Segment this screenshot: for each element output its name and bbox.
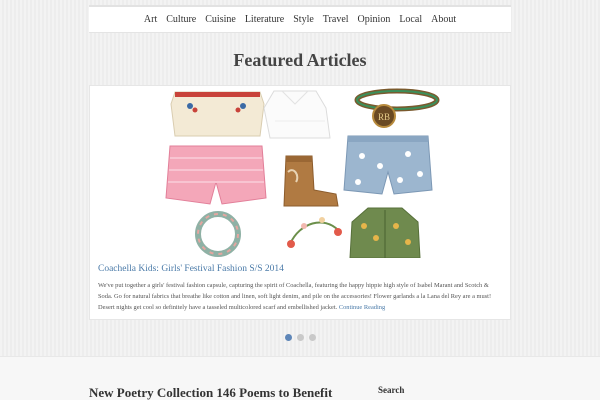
featured-excerpt: We've put together a girls' festival fas…: [98, 280, 502, 313]
content-area: New Poetry Collection 146 Poems to Benef…: [0, 356, 600, 400]
post-title-link[interactable]: New Poetry Collection 146 Poems to Benef…: [89, 385, 332, 400]
excerpt-text: We've put together a girls' festival fas…: [98, 282, 492, 311]
belt-item: RB: [354, 88, 440, 128]
nav-item-opinion[interactable]: Opinion: [358, 14, 391, 25]
slider-dot-2[interactable]: [296, 334, 304, 341]
scarf-item: [195, 211, 241, 257]
sidebar-search-heading: Search: [378, 385, 405, 395]
pink-shorts-item: [165, 145, 267, 205]
slider-pagination: [0, 334, 600, 341]
belt-buckle-label: RB: [378, 112, 390, 122]
main-nav: Art Culture Cuisine Literature Style Tra…: [89, 5, 511, 33]
white-blouse-item: [263, 90, 331, 139]
continue-reading-link[interactable]: Continue Reading: [339, 304, 385, 311]
nav-item-culture[interactable]: Culture: [166, 14, 196, 25]
featured-slide: RB Coachella Kids: Girls' Festival Fashi…: [89, 85, 511, 320]
section-title: Featured Articles: [233, 50, 367, 70]
featured-image[interactable]: RB: [90, 86, 512, 258]
embroidered-top-item: [170, 91, 265, 137]
flower-garland-item: [287, 217, 342, 248]
nav-item-local[interactable]: Local: [399, 14, 422, 25]
featured-article-title[interactable]: Coachella Kids: Girls' Festival Fashion …: [98, 264, 284, 274]
denim-shorts-item: [343, 135, 433, 195]
nav-item-style[interactable]: Style: [293, 14, 314, 25]
brown-boot-item: [283, 155, 339, 207]
slider-dot-1[interactable]: [284, 334, 292, 341]
slider-dot-3[interactable]: [308, 334, 316, 341]
nav-item-travel[interactable]: Travel: [323, 14, 349, 25]
nav-item-cuisine[interactable]: Cuisine: [205, 14, 236, 25]
nav-item-about[interactable]: About: [431, 14, 456, 25]
nav-item-art[interactable]: Art: [144, 14, 157, 25]
nav-item-literature[interactable]: Literature: [245, 14, 284, 25]
cardigan-item: [349, 207, 421, 258]
